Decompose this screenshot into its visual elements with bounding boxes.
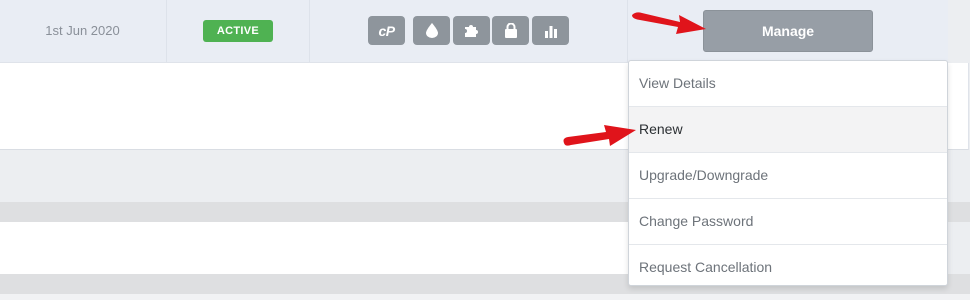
status-badge: ACTIVE [203, 20, 273, 42]
column-divider [166, 0, 167, 62]
bottom-strip [0, 294, 970, 300]
lock-icon[interactable] [492, 16, 529, 45]
menu-item-renew[interactable]: Renew [629, 107, 947, 153]
manage-button[interactable]: Manage [703, 10, 873, 52]
bar-chart-icon[interactable] [532, 16, 569, 45]
menu-item-upgrade-downgrade[interactable]: Upgrade/Downgrade [629, 153, 947, 199]
cpanel-icon[interactable]: cP [368, 16, 405, 45]
manage-dropdown-menu: View Details Renew Upgrade/Downgrade Cha… [628, 60, 948, 286]
menu-item-request-cancellation[interactable]: Request Cancellation [629, 245, 947, 285]
cpanel-icon-label: cP [378, 22, 395, 39]
red-arrow-icon [632, 12, 706, 35]
service-date: 1st Jun 2020 [45, 23, 120, 38]
puzzle-icon[interactable] [453, 16, 490, 45]
menu-item-view-details[interactable]: View Details [629, 61, 947, 107]
service-row: 1st Jun 2020 ACTIVE cP Manage [0, 0, 948, 63]
red-arrow-icon [563, 125, 636, 146]
menu-item-change-password[interactable]: Change Password [629, 199, 947, 245]
column-divider [309, 0, 310, 62]
droplet-icon[interactable] [413, 16, 450, 45]
